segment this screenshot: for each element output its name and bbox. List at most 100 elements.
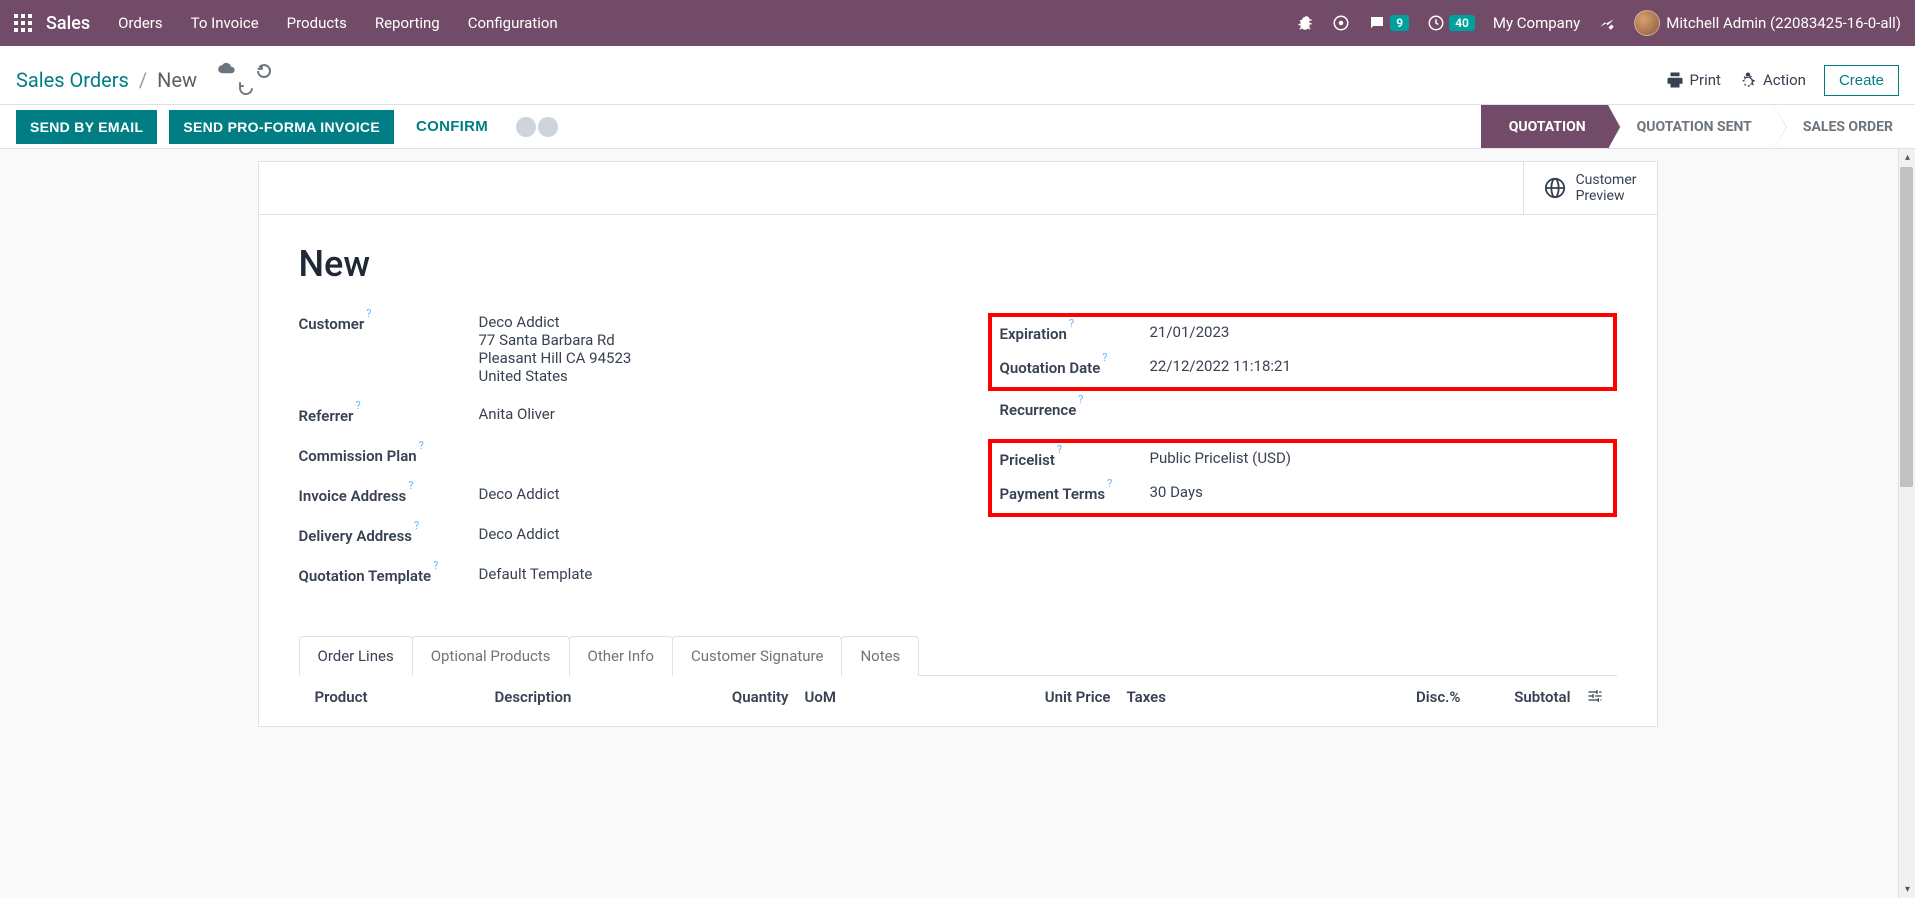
status-quotation-sent[interactable]: QUOTATION SENT (1608, 105, 1774, 148)
send-email-button[interactable]: SEND BY EMAIL (16, 110, 157, 144)
th-description: Description (487, 688, 697, 706)
button-box: Customer Preview (259, 162, 1657, 215)
vertical-scrollbar[interactable]: ▴ ▾ (1898, 149, 1915, 898)
user-menu[interactable]: Mitchell Admin (22083425-16-0-all) (1634, 10, 1901, 36)
status-steps: QUOTATION QUOTATION SENT SALES ORDER (1481, 105, 1915, 148)
scroll-down-arrow[interactable]: ▾ (1899, 881, 1915, 898)
tab-notes[interactable]: Notes (841, 636, 919, 676)
breadcrumb: Sales Orders / New (16, 62, 273, 98)
quotation-template-label: Quotation Template? (299, 565, 479, 585)
help-icon[interactable]: ? (419, 439, 424, 452)
order-lines-table-header: Product Description Quantity UoM Unit Pr… (299, 676, 1617, 718)
scroll-up-arrow[interactable]: ▴ (1899, 149, 1915, 166)
systray: 9 40 My Company Mitchell Admin (22083425… (1296, 10, 1901, 36)
th-uom: UoM (797, 688, 937, 706)
avatar-placeholder (516, 117, 536, 137)
menu-to-invoice[interactable]: To Invoice (191, 14, 259, 32)
th-disc: Disc.% (1379, 688, 1469, 706)
send-proforma-button[interactable]: SEND PRO-FORMA INVOICE (169, 110, 394, 144)
tab-optional-products[interactable]: Optional Products (412, 636, 570, 676)
confirm-button[interactable]: CONFIRM (406, 109, 498, 144)
th-subtotal: Subtotal (1469, 688, 1579, 706)
pricelist-field[interactable]: Public Pricelist (USD) (1150, 449, 1605, 467)
sliders-icon (1587, 688, 1603, 704)
bug-icon[interactable] (1296, 14, 1314, 32)
print-button[interactable]: Print (1666, 71, 1721, 89)
menu-orders[interactable]: Orders (118, 14, 163, 32)
action-button[interactable]: Action (1739, 71, 1806, 89)
help-icon[interactable]: ? (1107, 477, 1112, 490)
referrer-field[interactable]: Anita Oliver (479, 405, 928, 423)
customer-preview-button[interactable]: Customer Preview (1523, 162, 1657, 214)
help-icon[interactable]: ? (1078, 393, 1083, 406)
quotation-date-field[interactable]: 22/12/2022 11:18:21 (1150, 357, 1605, 375)
highlight-pricing: Pricelist? Public Pricelist (USD) Paymen… (988, 439, 1617, 517)
control-panel: Sales Orders / New Print Action (0, 46, 1915, 105)
create-button[interactable]: Create (1824, 65, 1899, 96)
help-icon[interactable]: ? (1102, 351, 1107, 364)
referrer-label: Referrer? (299, 405, 479, 425)
help-icon[interactable]: ? (366, 307, 371, 320)
app-brand[interactable]: Sales (46, 13, 90, 34)
delivery-address-field[interactable]: Deco Addict (479, 525, 928, 543)
tab-order-lines[interactable]: Order Lines (299, 636, 413, 676)
main-navbar: Sales Orders To Invoice Products Reporti… (0, 0, 1915, 46)
customer-field[interactable]: Deco Addict 77 Santa Barbara Rd Pleasant… (479, 313, 928, 385)
help-icon[interactable]: ? (408, 479, 413, 492)
customer-label: Customer? (299, 313, 479, 333)
messages-badge: 9 (1390, 15, 1409, 31)
avatar-placeholder (538, 117, 558, 137)
cloud-save-icon[interactable] (217, 62, 237, 98)
tab-other-info[interactable]: Other Info (569, 636, 673, 676)
menu-reporting[interactable]: Reporting (375, 14, 440, 32)
recurrence-label: Recurrence? (1000, 399, 1150, 419)
invoice-address-label: Invoice Address? (299, 485, 479, 505)
th-product: Product (307, 688, 487, 706)
form-sheet: Customer Preview New Customer? Deco Addi… (258, 161, 1658, 727)
invoice-address-field[interactable]: Deco Addict (479, 485, 928, 503)
tab-customer-signature[interactable]: Customer Signature (672, 636, 843, 676)
help-icon[interactable]: ? (355, 399, 360, 412)
help-icon[interactable]: ? (1069, 317, 1074, 330)
pricelist-label: Pricelist? (1000, 449, 1150, 469)
payment-terms-label: Payment Terms? (1000, 483, 1150, 503)
breadcrumb-parent[interactable]: Sales Orders (16, 68, 129, 92)
expiration-field[interactable]: 21/01/2023 (1150, 323, 1605, 341)
quotation-date-label: Quotation Date? (1000, 357, 1150, 377)
help-icon[interactable]: ? (1057, 443, 1062, 456)
form-tabs: Order Lines Optional Products Other Info… (299, 635, 1617, 676)
highlight-dates: Expiration? 21/01/2023 Quotation Date? 2… (988, 313, 1617, 391)
menu-products[interactable]: Products (287, 14, 347, 32)
help-icon[interactable]: ? (433, 559, 438, 572)
expiration-label: Expiration? (1000, 323, 1150, 343)
tools-icon[interactable] (1598, 14, 1616, 32)
support-icon[interactable] (1332, 14, 1350, 32)
form-scroll-area: Customer Preview New Customer? Deco Addi… (0, 149, 1915, 898)
activities-icon[interactable]: 40 (1427, 14, 1475, 32)
statusbar: SEND BY EMAIL SEND PRO-FORMA INVOICE CON… (0, 105, 1915, 149)
status-quotation[interactable]: QUOTATION (1481, 105, 1608, 148)
apps-icon[interactable] (14, 14, 32, 32)
discard-icon[interactable] (255, 62, 273, 98)
form-right-column: Expiration? 21/01/2023 Quotation Date? 2… (988, 313, 1617, 605)
menu-configuration[interactable]: Configuration (468, 14, 558, 32)
activities-badge: 40 (1449, 15, 1475, 31)
assignee-avatars[interactable] (516, 117, 558, 137)
delivery-address-label: Delivery Address? (299, 525, 479, 545)
messages-icon[interactable]: 9 (1368, 14, 1409, 32)
status-sales-order[interactable]: SALES ORDER (1774, 105, 1915, 148)
th-column-settings[interactable] (1579, 688, 1609, 706)
help-icon[interactable]: ? (414, 519, 419, 532)
customer-preview-label-1: Customer (1576, 172, 1637, 188)
quotation-template-field[interactable]: Default Template (479, 565, 928, 583)
nav-menu: Orders To Invoice Products Reporting Con… (118, 14, 558, 32)
payment-terms-field[interactable]: 30 Days (1150, 483, 1605, 501)
form-left-column: Customer? Deco Addict 77 Santa Barbara R… (299, 313, 928, 605)
breadcrumb-separator: / (139, 68, 147, 92)
scroll-thumb[interactable] (1900, 167, 1913, 487)
company-switcher[interactable]: My Company (1493, 14, 1580, 32)
customer-preview-label-2: Preview (1576, 188, 1637, 204)
breadcrumb-current: New (157, 68, 197, 92)
user-name: Mitchell Admin (22083425-16-0-all) (1666, 14, 1901, 32)
th-quantity: Quantity (697, 688, 797, 706)
